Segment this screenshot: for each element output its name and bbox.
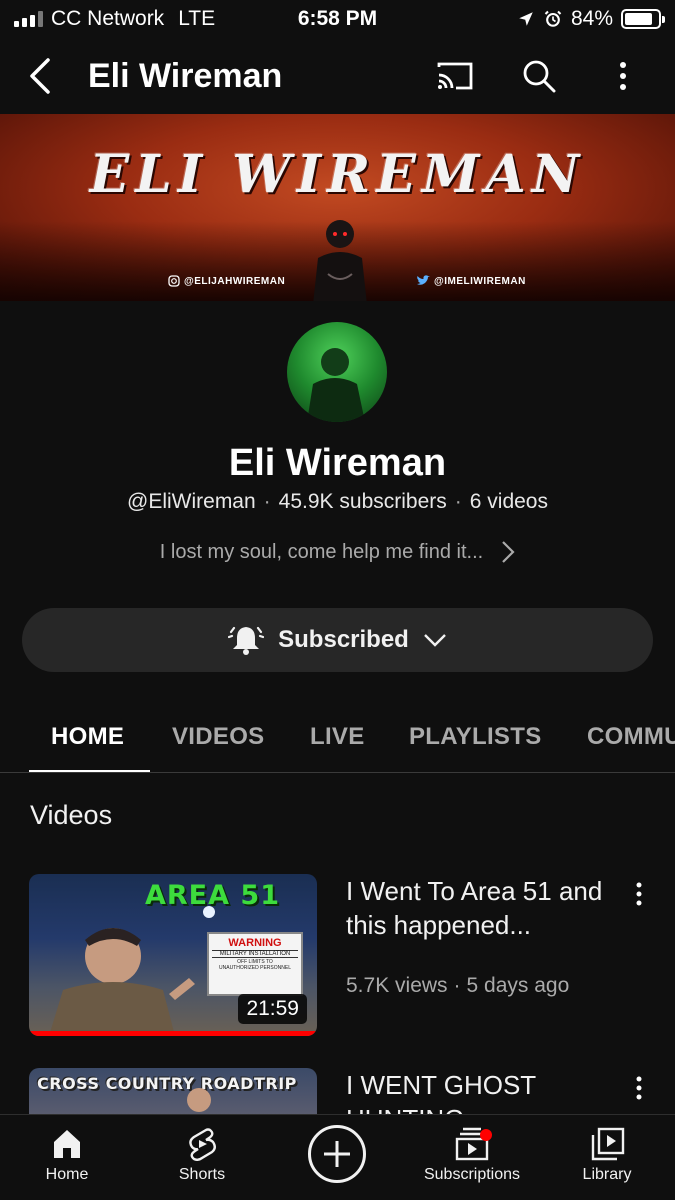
thumbnail-text: CROSS COUNTRY ROADTRIP <box>37 1074 297 1093</box>
battery-icon <box>621 9 665 29</box>
header-title: Eli Wireman <box>88 56 283 95</box>
channel-name: Eli Wireman <box>228 442 447 484</box>
network-type: LTE <box>178 7 216 30</box>
nav-library-label: Library <box>582 1166 632 1183</box>
more-options-button[interactable] <box>603 56 643 96</box>
notification-dot <box>480 1129 492 1141</box>
active-tab-indicator <box>29 770 150 772</box>
warning-sign: WARNING MILITARY INSTALLATION OFF LIMITS… <box>207 932 303 996</box>
more-vert-icon <box>636 1076 642 1100</box>
cast-button[interactable] <box>435 56 475 96</box>
tab-playlists[interactable]: PLAYLISTS <box>409 700 542 772</box>
subscribed-label: Subscribed <box>278 626 409 653</box>
instagram-handle-text: @ELIJAHWIREMAN <box>184 275 286 287</box>
subscriber-count: 45.9K subscribers <box>278 490 447 513</box>
thumbnail-person-image <box>49 906 215 1036</box>
channel-handle: @EliWireman <box>127 490 256 513</box>
tab-community[interactable]: COMMUNITY <box>587 700 675 772</box>
channel-banner: ELI WIREMAN @ELIJAHWIREMAN @IMELIWIREMAN <box>0 114 675 301</box>
thumbnail-person-image <box>187 1088 211 1112</box>
shorts-icon <box>189 1128 216 1161</box>
search-icon <box>523 60 556 93</box>
instagram-icon <box>168 275 180 287</box>
subscribed-button[interactable]: Subscribed <box>22 608 653 672</box>
section-title: Videos <box>30 800 113 830</box>
video-duration: 21:59 <box>238 994 307 1024</box>
nav-shorts[interactable]: Shorts <box>160 1115 244 1200</box>
video-thumbnail[interactable]: AREA 51 WARNING MILITARY INSTALLATION OF… <box>29 874 317 1036</box>
channel-avatar[interactable] <box>287 322 387 422</box>
video-meta: 5.7K views · 5 days ago <box>346 974 570 997</box>
video-age: 5 days ago <box>466 974 570 997</box>
channel-tabs: HOME VIDEOS LIVE PLAYLISTS COMMUNITY <box>0 700 675 773</box>
video-count: 6 videos <box>469 490 548 513</box>
bottom-navigation: Home Shorts Subscriptions Library <box>0 1114 675 1200</box>
warning-sign-heading: WARNING <box>228 937 282 949</box>
nav-subscriptions-label: Subscriptions <box>423 1166 521 1183</box>
battery-percent: 84% <box>570 7 613 30</box>
channel-meta: @EliWireman · 45.9K subscribers · 6 videos <box>127 490 548 513</box>
channel-description[interactable]: I lost my soul, come help me find it... <box>0 540 675 564</box>
app-header: Eli Wireman <box>0 38 675 114</box>
video-views: 5.7K views <box>346 974 448 997</box>
avatar-person-image <box>307 348 365 422</box>
banner-title: ELI WIREMAN <box>89 144 586 205</box>
search-button[interactable] <box>519 56 559 96</box>
nav-home[interactable]: Home <box>27 1115 107 1200</box>
signal-strength-icon <box>14 11 43 27</box>
library-icon <box>591 1127 625 1161</box>
create-button[interactable] <box>308 1125 366 1183</box>
warning-sign-line-2: UNAUTHORIZED PERSONNEL <box>219 965 291 971</box>
alarm-icon <box>544 10 562 27</box>
home-icon <box>54 1130 80 1158</box>
location-arrow-icon <box>519 12 533 26</box>
video-more-button[interactable] <box>624 874 654 914</box>
twitter-bird-icon <box>417 275 430 285</box>
tab-videos[interactable]: VIDEOS <box>172 700 265 772</box>
tab-home[interactable]: HOME <box>51 700 124 772</box>
nav-subscriptions[interactable]: Subscriptions <box>414 1115 530 1200</box>
video-thumbnail[interactable]: CROSS COUNTRY ROADTRIP <box>29 1068 317 1114</box>
more-vert-icon <box>636 882 642 906</box>
back-button[interactable] <box>20 56 60 96</box>
plus-icon <box>324 1141 350 1167</box>
warning-sign-subheading: MILITARY INSTALLATION <box>212 950 298 958</box>
status-bar: CC Network LTE 6:58 PM 84% <box>0 0 675 38</box>
nav-home-label: Home <box>45 1166 89 1183</box>
bell-icon <box>228 626 265 655</box>
nav-library[interactable]: Library <box>570 1115 644 1200</box>
video-item[interactable]: CROSS COUNTRY ROADTRIP I WENT GHOST HUNT… <box>0 1068 675 1114</box>
watch-progress-bar <box>29 1031 317 1036</box>
instagram-handle: @ELIJAHWIREMAN <box>168 275 285 287</box>
tab-live[interactable]: LIVE <box>310 700 365 772</box>
chevron-down-icon <box>423 634 446 647</box>
twitter-handle: @IMELIWIREMAN <box>416 275 526 287</box>
nav-shorts-label: Shorts <box>178 1166 226 1183</box>
back-arrow-icon <box>30 58 50 94</box>
chevron-right-icon <box>502 541 515 563</box>
video-more-button[interactable] <box>624 1068 654 1108</box>
channel-description-text: I lost my soul, come help me find it... <box>159 540 484 563</box>
banner-person-figure <box>313 220 367 301</box>
video-title[interactable]: I WENT GHOST HUNTING <box>346 1068 616 1114</box>
video-title[interactable]: I Went To Area 51 and this happened... <box>346 874 616 942</box>
cast-icon <box>437 62 473 90</box>
more-vert-icon <box>620 62 626 90</box>
carrier-name: CC Network <box>51 7 165 30</box>
twitter-handle-text: @IMELIWIREMAN <box>434 275 526 287</box>
